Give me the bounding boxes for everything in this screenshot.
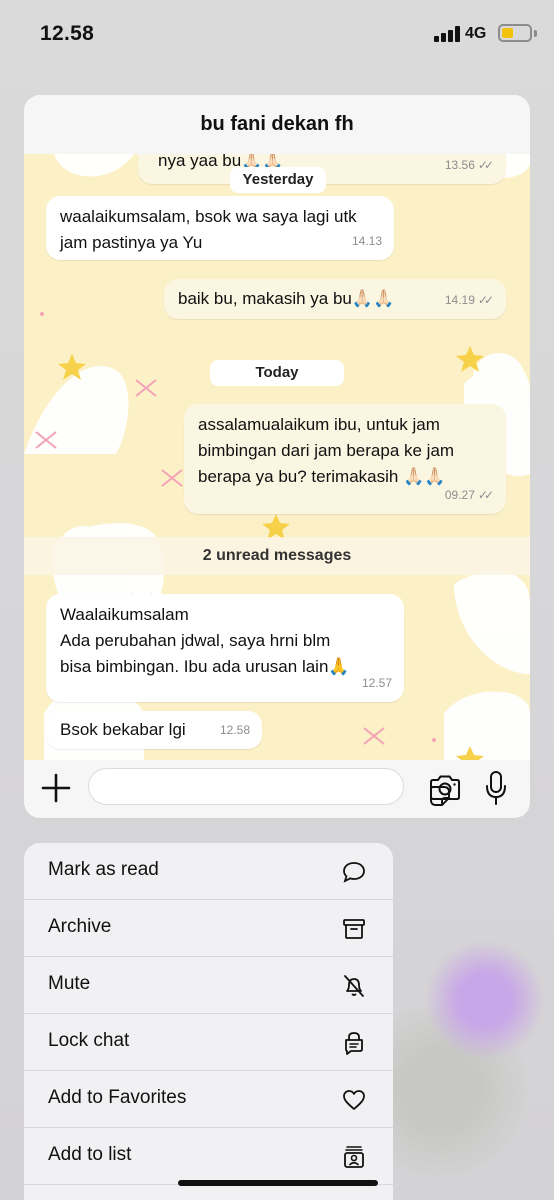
signal-icon <box>434 26 460 42</box>
message-bubble[interactable]: baik bu, makasih ya bu🙏🏻🙏🏻 14.19 ✓✓ <box>164 279 506 319</box>
message-input[interactable] <box>88 768 450 806</box>
message-meta: 12.57 <box>362 670 392 696</box>
menu-item-label: Lock chat <box>48 1030 130 1051</box>
menu-item-label: Archive <box>48 916 112 937</box>
message-bubble[interactable]: assalamualaikum ibu, untuk jam bimbingan… <box>184 404 506 514</box>
message-meta: 12.58 <box>220 717 250 743</box>
message-bubble[interactable]: waalaikumsalam, bsok wa saya lagi utk ja… <box>46 196 394 260</box>
menu-item-label: Mute <box>48 973 91 994</box>
message-meta: 14.13 <box>352 228 382 254</box>
message-bubble[interactable]: Bsok bekabar lgi 12.58 <box>46 711 262 749</box>
message-text: waalaikumsalam, bsok wa saya lagi utk ja… <box>60 207 357 252</box>
plus-icon[interactable] <box>40 772 72 804</box>
read-ticks-icon: ✓✓ <box>477 488 494 502</box>
menu-item-label: Add to Favorites <box>48 1087 187 1108</box>
message-time: 14.19 <box>444 293 475 307</box>
chat-bubble-icon <box>343 862 365 883</box>
menu-item-mute[interactable]: Mute <box>24 957 393 1014</box>
status-time: 12.58 <box>40 22 95 45</box>
menu-item-lock-chat[interactable]: Lock chat <box>24 1014 393 1071</box>
menu-item-archive[interactable]: Archive <box>24 900 393 957</box>
menu-item-add-to-list[interactable]: Add to list <box>24 1128 393 1185</box>
menu-item-label: Add to list <box>48 1144 132 1165</box>
menu-item-add-to-favorites[interactable]: Add to Favorites <box>24 1071 393 1128</box>
camera-icon[interactable] <box>428 774 462 802</box>
menu-item-mark-as-read[interactable]: Mark as read <box>24 843 393 900</box>
menu-item-label: Mark as read <box>48 859 159 880</box>
chat-title: bu fani dekan fh <box>24 95 530 154</box>
message-meta: 09.27 ✓✓ <box>445 482 494 508</box>
heart-icon <box>343 1090 365 1110</box>
network-type: 4G <box>465 25 487 42</box>
message-text: Waalaikumsalam Ada perubahan jdwal, saya… <box>60 605 350 676</box>
unread-messages-banner: 2 unread messages <box>24 537 530 575</box>
read-ticks-icon: ✓✓ <box>477 158 494 172</box>
message-time: 14.13 <box>351 234 382 248</box>
message-time: 13.56 <box>444 158 475 172</box>
status-bar: 12.58 4G <box>0 0 554 70</box>
chat-preview[interactable]: bu fani dekan fh nya yaa bu🙏🏻🙏🏻 13.56 ✓✓… <box>24 95 530 818</box>
lock-chat-icon <box>345 1032 363 1055</box>
chat-context-menu: Mark as read Archive Mute Lock chat Add … <box>24 843 393 1200</box>
archive-box-icon <box>343 919 365 939</box>
read-ticks-icon: ✓✓ <box>477 293 494 307</box>
message-time: 12.58 <box>219 723 250 737</box>
battery-icon <box>498 24 532 42</box>
message-meta: 13.56 ✓✓ <box>445 154 494 178</box>
date-separator: Today <box>210 360 344 386</box>
message-text: assalamualaikum ibu, untuk jam bimbingan… <box>198 415 455 486</box>
home-indicator[interactable] <box>178 1180 378 1186</box>
message-time: 12.57 <box>361 676 392 690</box>
message-time: 09.27 <box>444 488 475 502</box>
date-separator: Yesterday <box>230 167 326 193</box>
battery-tip <box>534 30 537 37</box>
contact-list-icon <box>344 1146 364 1168</box>
message-input-bar <box>24 760 530 818</box>
bell-slash-icon <box>344 975 364 997</box>
message-meta: 14.19 ✓✓ <box>445 287 494 313</box>
chat-wallpaper: nya yaa bu🙏🏻🙏🏻 13.56 ✓✓ Yesterday waalai… <box>24 154 530 760</box>
microphone-icon[interactable] <box>484 770 508 806</box>
message-bubble[interactable]: Waalaikumsalam Ada perubahan jdwal, saya… <box>46 594 404 702</box>
